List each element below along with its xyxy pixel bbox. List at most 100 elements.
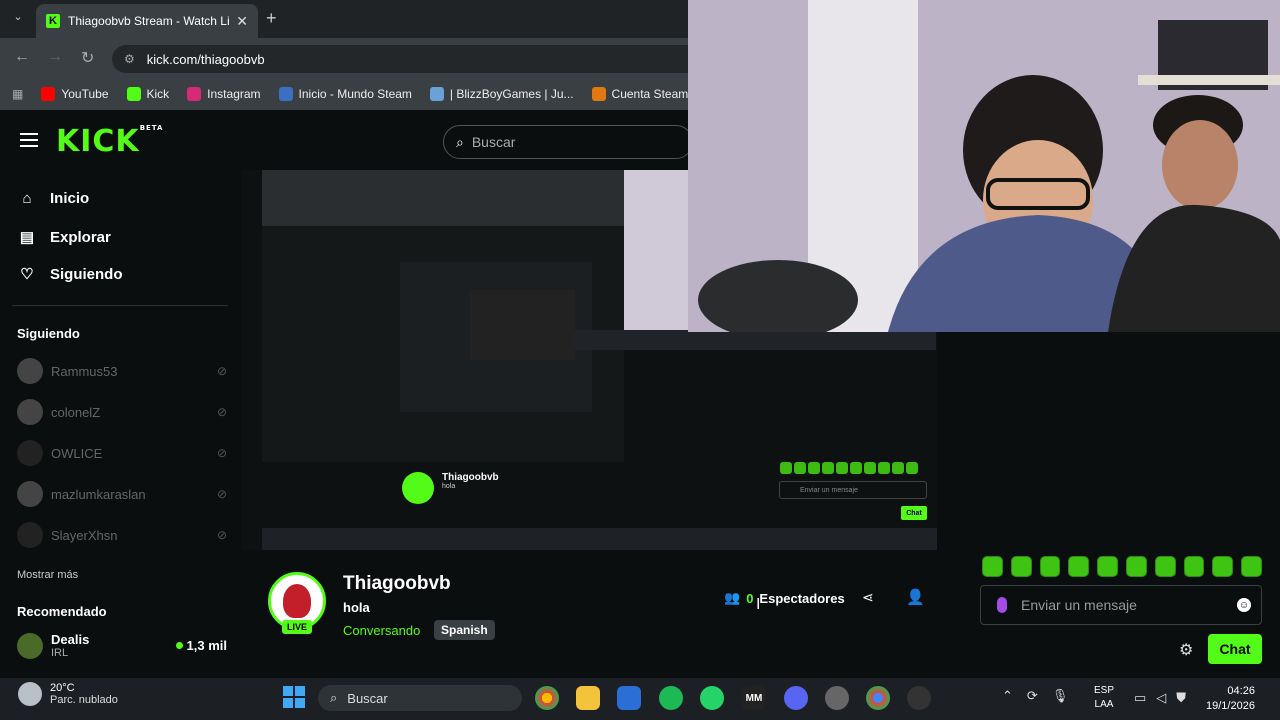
back-icon[interactable]: ←: [14, 48, 30, 66]
browser-tab-active[interactable]: K Thiagoobvb Stream - Watch Li ✕: [36, 4, 258, 38]
store-icon[interactable]: [617, 686, 641, 710]
blizzboy-icon: [429, 87, 444, 101]
tab-close-icon[interactable]: ✕: [236, 13, 248, 30]
bookmark-blizzboygames[interactable]: | BlizzBoyGames | Ju...: [429, 87, 574, 101]
nested-chat-button: Chat: [901, 506, 927, 520]
chat-send-button[interactable]: Chat: [1208, 634, 1262, 664]
emote-icon[interactable]: [1068, 556, 1090, 577]
emote-icon[interactable]: [1010, 556, 1032, 577]
media-player-icon[interactable]: [907, 686, 931, 710]
avatar: [17, 399, 43, 425]
sync-icon[interactable]: ⟳: [1027, 688, 1038, 704]
bookmark-cuenta-steam[interactable]: Cuenta Steam - Gu: [591, 87, 688, 101]
tab-search-button[interactable]: ⌄: [8, 10, 28, 28]
bookmark-kick[interactable]: Kick: [126, 87, 169, 101]
mic-icon[interactable]: 🎙: [1052, 688, 1069, 704]
nested-taskbar: [262, 528, 938, 550]
discord-icon[interactable]: [784, 686, 808, 710]
search-placeholder: Buscar: [471, 134, 516, 150]
emote-icon[interactable]: [1154, 556, 1176, 577]
following-item[interactable]: OWLICE ⊘: [17, 440, 227, 466]
recommended-item[interactable]: Dealis IRL 1,3 mil: [17, 632, 227, 659]
emote-icon[interactable]: [1097, 556, 1118, 577]
following-item[interactable]: Rammus53 ⊘: [17, 358, 227, 384]
windows-start-icon[interactable]: [283, 686, 305, 708]
follow-icon[interactable]: 👤: [906, 588, 925, 606]
heart-icon: ♡: [20, 266, 34, 283]
webcam-overlay: [688, 0, 1280, 332]
kick-logo[interactable]: KICKBETA: [56, 124, 163, 159]
recommended-heading: Recomendado: [17, 604, 107, 619]
live-dot-icon: [175, 642, 183, 649]
reload-icon[interactable]: ↻: [81, 48, 94, 68]
chrome-icon[interactable]: [535, 686, 559, 710]
tray-status-icons[interactable]: ▭ ◁ ⛊: [1134, 690, 1186, 706]
nested-strip: [574, 330, 936, 350]
chat-settings-icon[interactable]: ⚙: [1179, 640, 1193, 660]
following-item[interactable]: SlayerXhsn ⊘: [17, 522, 227, 548]
site-info-icon[interactable]: ⚙: [124, 52, 135, 66]
streamer-name[interactable]: Thiagoobvb: [343, 573, 451, 595]
bookmark-instagram[interactable]: Instagram: [187, 87, 261, 101]
chat-message-input[interactable]: Enviar un mensaje ☺: [980, 585, 1262, 625]
kick-icon: [126, 87, 141, 101]
nav-siguiendo[interactable]: ♡ Siguiendo: [18, 265, 122, 284]
steam-icon[interactable]: [825, 686, 849, 710]
taskbar-search[interactable]: ⌕ Buscar: [318, 685, 522, 711]
cuenta-steam-icon: [591, 87, 606, 101]
bookmark-youtube[interactable]: YouTube: [41, 87, 109, 101]
following-item[interactable]: colonelZ ⊘: [17, 399, 227, 425]
chevron-up-icon[interactable]: ⌃: [1002, 688, 1013, 704]
search-icon: ⌕: [330, 690, 338, 705]
nav-explorar[interactable]: ▤ Explorar: [18, 228, 111, 247]
weather-widget[interactable]: 20°C Parc. nublado: [18, 682, 118, 706]
emoji-icon[interactable]: ☺: [1237, 598, 1251, 612]
emote-icon[interactable]: [1241, 556, 1262, 577]
nested-message-box: Enviar un mensaje: [779, 481, 927, 499]
language-tag[interactable]: Spanish: [434, 620, 495, 640]
whatsapp-icon[interactable]: [700, 686, 724, 710]
mic-icon[interactable]: [997, 597, 1007, 613]
offline-icon: ⊘: [216, 446, 227, 460]
chat-panel: [937, 332, 1280, 678]
chrome-active-icon[interactable]: [866, 686, 890, 710]
stream-title: hola: [343, 600, 370, 615]
bookmarks-bar: ▦ YouTube Kick Instagram Inicio - Mundo …: [0, 78, 688, 110]
volume-icon: ◁: [1156, 690, 1167, 705]
avatar: [17, 522, 43, 548]
file-explorer-icon[interactable]: [576, 686, 600, 710]
language-indicator[interactable]: ESP LAA: [1094, 684, 1114, 712]
emote-bar: [982, 556, 1262, 578]
home-icon: ⌂: [22, 190, 32, 207]
emote-icon[interactable]: [1125, 556, 1147, 577]
system-tray: ⌃ ⟳ 🎙: [1002, 688, 1068, 704]
viewer-count: 👥 0 Espectadores: [724, 590, 845, 606]
following-item[interactable]: mazlumkaraslan ⊘: [17, 481, 227, 507]
avatar: [17, 440, 43, 466]
share-icon[interactable]: ⋖: [862, 589, 874, 606]
taskbar-clock[interactable]: 04:26 19/1/2026: [1206, 684, 1255, 714]
bookmark-mundo-steam[interactable]: Inicio - Mundo Steam: [278, 87, 412, 101]
stream-category[interactable]: Conversando: [343, 623, 420, 638]
spiderman-avatar-icon: [283, 584, 311, 618]
menu-icon[interactable]: [20, 133, 38, 147]
forward-icon[interactable]: →: [47, 48, 63, 66]
avatar: [17, 481, 43, 507]
apps-grid-icon[interactable]: ▦: [12, 87, 23, 101]
emote-icon[interactable]: [982, 556, 1003, 577]
emote-icon[interactable]: [1212, 556, 1234, 577]
nested-stream-info: Thiagoobvb hola: [402, 472, 499, 504]
new-tab-button[interactable]: +: [266, 8, 277, 29]
nav-inicio[interactable]: ⌂ Inicio: [18, 190, 89, 207]
offline-icon: ⊘: [216, 405, 227, 419]
show-more-link[interactable]: Mostrar más: [17, 569, 78, 581]
mundo-steam-icon: [278, 87, 293, 101]
webcam-image: [688, 0, 1280, 332]
spotify-icon[interactable]: [659, 686, 683, 710]
emote-icon[interactable]: [1183, 556, 1205, 577]
url-input[interactable]: ⚙ kick.com/thiagoobvb: [112, 45, 688, 73]
search-input[interactable]: ⌕ Buscar: [443, 125, 693, 159]
emote-icon[interactable]: [1039, 556, 1061, 577]
mm-app-icon[interactable]: MM: [742, 686, 766, 710]
avatar: [17, 632, 43, 659]
